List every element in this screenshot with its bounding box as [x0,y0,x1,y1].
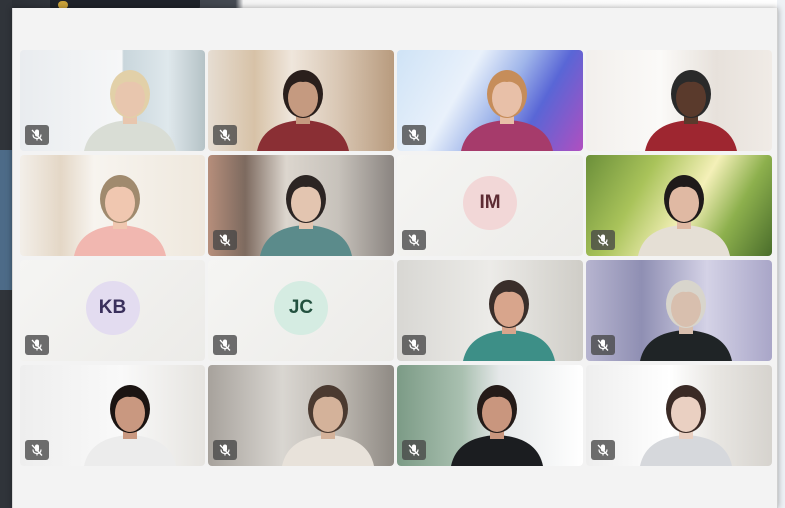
participant-shoulders [638,225,730,256]
microphone-muted-icon [402,440,426,460]
participant-shoulders [461,120,553,151]
participant-shoulders [640,330,732,361]
participant-tile[interactable] [586,260,772,361]
meeting-window: IM KB JC [12,8,778,508]
microphone-muted-icon [213,335,237,355]
participant-tile[interactable] [20,155,205,256]
participant-tile[interactable]: IM [397,155,583,256]
microphone-muted-icon [213,125,237,145]
participant-shoulders [451,435,543,466]
microphone-muted-glyph [219,444,231,456]
participant-tile[interactable] [397,260,583,361]
microphone-muted-glyph [31,339,43,351]
microphone-muted-glyph [597,234,609,246]
microphone-muted-icon [402,335,426,355]
participant-tile[interactable] [397,365,583,466]
microphone-muted-glyph [31,129,43,141]
microphone-muted-icon [591,230,615,250]
microphone-muted-icon [402,230,426,250]
microphone-muted-glyph [219,339,231,351]
microphone-muted-glyph [219,129,231,141]
microphone-muted-icon [591,335,615,355]
microphone-muted-glyph [597,444,609,456]
participant-shoulders [645,120,737,151]
participant-video-figure [645,70,737,151]
participant-shoulders [84,435,176,466]
desktop-background-right [777,0,785,508]
microphone-muted-glyph [408,234,420,246]
participant-avatar: IM [463,175,517,230]
participant-tile[interactable] [208,365,394,466]
microphone-muted-glyph [408,129,420,141]
participant-shoulders [257,120,349,151]
microphone-muted-icon [591,440,615,460]
microphone-muted-glyph [408,444,420,456]
microphone-muted-icon [213,440,237,460]
participant-shoulders [282,435,374,466]
participant-avatar: JC [274,280,328,335]
microphone-muted-glyph [408,339,420,351]
participant-shoulders [260,225,352,256]
microphone-muted-icon [25,440,49,460]
participant-shoulders [640,435,732,466]
participant-tile[interactable] [20,365,205,466]
participant-tile[interactable] [208,50,394,151]
microphone-muted-icon [25,125,49,145]
microphone-muted-glyph [219,234,231,246]
microphone-muted-glyph [597,339,609,351]
participant-shoulders [84,120,176,151]
participant-tile[interactable] [20,50,205,151]
microphone-muted-icon [402,125,426,145]
participant-tile[interactable] [208,155,394,256]
microphone-muted-icon [213,230,237,250]
participant-video-figure [74,175,166,256]
participant-shoulders [463,330,555,361]
participant-shoulders [74,225,166,256]
participant-tile[interactable] [586,155,772,256]
participant-tile[interactable] [586,50,772,151]
participant-tile[interactable] [586,365,772,466]
desktop-background-left [0,0,12,508]
participant-gallery: IM KB JC [20,50,772,466]
microphone-muted-glyph [31,444,43,456]
participant-tile[interactable] [397,50,583,151]
participant-avatar: KB [85,280,140,335]
participant-tile[interactable]: KB [20,260,205,361]
participant-tile[interactable]: JC [208,260,394,361]
microphone-muted-icon [25,335,49,355]
